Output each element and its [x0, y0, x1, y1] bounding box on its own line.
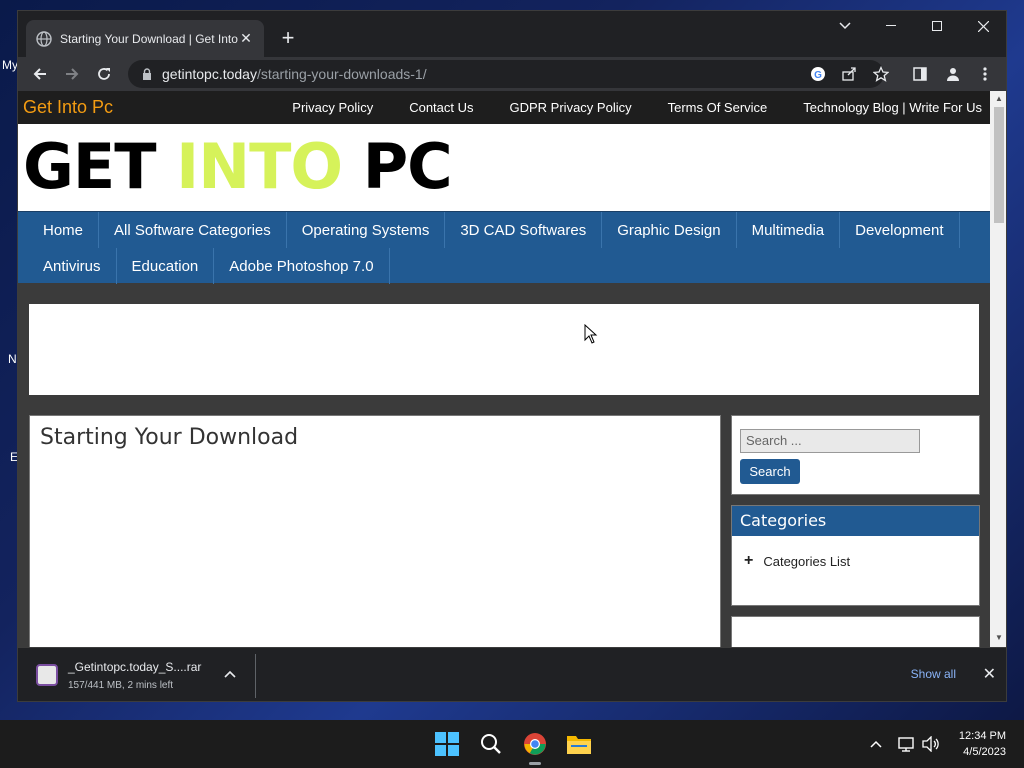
gdpr-privacy-policy-link[interactable]: GDPR Privacy Policy	[510, 100, 632, 115]
start-windows-icon[interactable]	[433, 730, 461, 758]
new-tab-button[interactable]: +	[276, 25, 300, 51]
profile-icon[interactable]	[941, 62, 965, 86]
search-widget: Search ... Search	[731, 415, 980, 495]
site-header: GET INTO PC	[18, 124, 990, 211]
categories-list-toggle[interactable]: + Categories List	[732, 536, 979, 570]
browser-window: Starting Your Download | Get Into Pc ✕ +	[17, 10, 1007, 702]
nav-item-antivirus[interactable]: Antivirus	[28, 248, 117, 284]
bookmark-star-icon[interactable]	[869, 62, 893, 86]
main-content-panel: Starting Your Download	[29, 415, 721, 647]
rar-file-icon	[36, 664, 58, 686]
active-app-indicator	[529, 762, 541, 765]
download-status: 157/441 MB, 2 mins left	[68, 680, 174, 691]
download-filename[interactable]: _Getintopc.today_S....rar	[68, 660, 201, 674]
address-bar[interactable]: getintopc.today/starting-your-downloads-…	[128, 60, 884, 88]
forward-button[interactable]	[56, 60, 88, 88]
terms-of-service-link[interactable]: Terms Of Service	[668, 100, 768, 115]
globe-icon	[36, 30, 52, 47]
nav-item-operating-systems[interactable]: Operating Systems	[287, 212, 446, 248]
shelf-divider	[255, 654, 256, 698]
clock-time: 12:34 PM	[958, 730, 1006, 742]
close-tab-icon[interactable]: ✕	[238, 30, 254, 47]
share-icon[interactable]	[837, 62, 861, 86]
volume-icon[interactable]	[917, 730, 945, 758]
browser-tab[interactable]: Starting Your Download | Get Into Pc ✕	[26, 20, 264, 57]
lock-icon[interactable]	[142, 68, 152, 80]
side-panel-icon[interactable]	[908, 62, 932, 86]
file-explorer-icon[interactable]	[565, 730, 593, 758]
site-logo[interactable]: GET INTO PC	[23, 128, 453, 206]
logo-into: INTO	[176, 130, 343, 203]
contact-us-link[interactable]: Contact Us	[409, 100, 473, 115]
system-clock[interactable]: 12:34 PM 4/5/2023	[959, 728, 1006, 760]
reload-button[interactable]	[88, 60, 120, 88]
downloads-shelf: _Getintopc.today_S....rar 157/441 MB, 2 …	[18, 647, 1006, 701]
categories-title: Categories	[732, 506, 979, 536]
main-nav-menu: Home All Software Categories Operating S…	[18, 211, 990, 284]
close-shelf-icon[interactable]: ✕	[983, 664, 996, 684]
google-icon[interactable]: G	[806, 62, 830, 86]
top-links: Privacy Policy Contact Us GDPR Privacy P…	[256, 91, 982, 124]
clock-date: 4/5/2023	[963, 746, 1006, 758]
nav-item-3d-cad-softwares[interactable]: 3D CAD Softwares	[445, 212, 603, 248]
sidebar-widget	[731, 616, 980, 647]
nav-item-graphic-design[interactable]: Graphic Design	[602, 212, 737, 248]
nav-item-education[interactable]: Education	[117, 248, 215, 284]
scroll-up-arrow-icon[interactable]: ▲	[990, 94, 1006, 103]
scroll-down-arrow-icon[interactable]: ▼	[990, 633, 1006, 642]
privacy-policy-link[interactable]: Privacy Policy	[292, 100, 373, 115]
desktop-label-fragment: My	[2, 58, 18, 72]
page-viewport: Get Into Pc Privacy Policy Contact Us GD…	[18, 91, 990, 647]
show-hidden-icons-chevron-icon[interactable]	[862, 730, 890, 758]
url-host: getintopc.today	[162, 66, 257, 82]
browser-toolbar: getintopc.today/starting-your-downloads-…	[18, 57, 1006, 91]
nav-item-home[interactable]: Home	[28, 212, 100, 248]
nav-item-multimedia[interactable]: Multimedia	[737, 212, 841, 248]
page-title: Starting Your Download	[40, 425, 299, 450]
search-button[interactable]: Search	[740, 459, 800, 484]
tab-bar: Starting Your Download | Get Into Pc ✕ +	[18, 11, 1006, 57]
url-path: /starting-your-downloads-1/	[256, 66, 427, 82]
download-options-chevron-icon[interactable]	[224, 666, 236, 681]
categories-list-label: Categories List	[763, 553, 851, 569]
minimize-button[interactable]	[868, 11, 914, 41]
chrome-icon[interactable]	[521, 730, 549, 758]
scrollbar-thumb[interactable]	[994, 107, 1004, 223]
back-button[interactable]	[24, 60, 56, 88]
technology-blog-link[interactable]: Technology Blog | Write For Us	[803, 100, 982, 115]
search-icon[interactable]	[477, 730, 505, 758]
svg-text:G: G	[814, 70, 822, 81]
plus-icon: +	[744, 552, 754, 569]
nav-item-development[interactable]: Development	[840, 212, 960, 248]
ad-banner-area	[29, 304, 979, 395]
logo-get: GET	[23, 130, 157, 203]
windows-taskbar: 12:34 PM 4/5/2023	[0, 720, 1024, 768]
desktop-label-fragment: N	[8, 352, 17, 366]
site-topbar: Get Into Pc Privacy Policy Contact Us GD…	[18, 91, 990, 124]
menu-kebab-icon[interactable]	[973, 62, 997, 86]
mouse-cursor-icon	[584, 324, 598, 344]
tab-title: Starting Your Download | Get Into Pc	[60, 31, 238, 46]
maximize-button[interactable]	[914, 11, 960, 41]
search-input[interactable]: Search ...	[740, 429, 920, 453]
logo-pc: PC	[362, 130, 453, 203]
nav-item-all-software-categories[interactable]: All Software Categories	[99, 212, 287, 248]
show-all-button[interactable]: Show all	[911, 667, 956, 681]
categories-widget: Categories + Categories List	[731, 505, 980, 606]
page-scrollbar[interactable]: ▲ ▼	[990, 91, 1006, 647]
tab-search-icon[interactable]	[822, 11, 868, 41]
site-brand-link[interactable]: Get Into Pc	[18, 97, 113, 118]
nav-item-adobe-photoshop[interactable]: Adobe Photoshop 7.0	[214, 248, 390, 284]
close-window-button[interactable]	[960, 11, 1006, 41]
